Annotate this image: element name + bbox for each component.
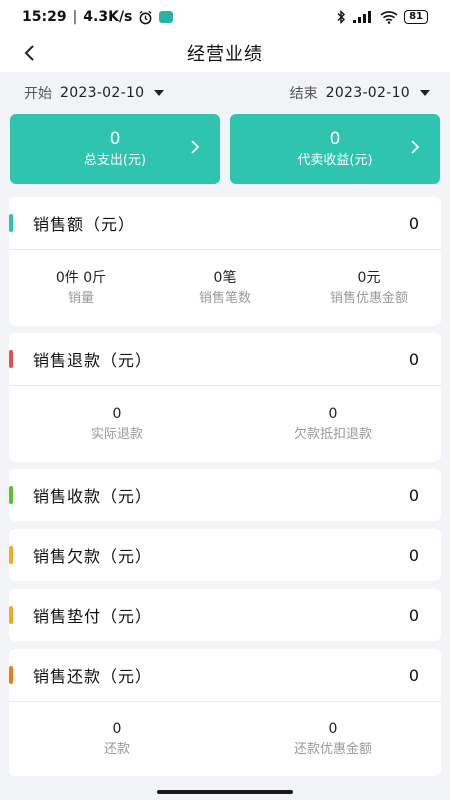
stat-repayment-discount: 0 还款优惠金额 <box>225 719 441 759</box>
status-time: 15:29 <box>22 9 67 25</box>
start-date-value: 2023-02-10 <box>60 85 145 101</box>
consignment-income-label: 代卖收益(元) <box>297 153 373 168</box>
sales-collection-section[interactable]: 销售收款（元） 0 <box>9 469 441 521</box>
section-header: 销售欠款（元） 0 <box>9 529 441 581</box>
section-color-bar <box>9 666 13 684</box>
stat-label: 欠款抵扣退款 <box>293 427 372 442</box>
stat-value: 0 <box>112 721 122 737</box>
section-stats: 0件 0斤 销量 0笔 销售笔数 0元 销售优惠金额 <box>9 250 441 326</box>
start-date-picker[interactable]: 开始 2023-02-10 <box>24 83 165 103</box>
stat-label: 销量 <box>67 291 94 306</box>
stat-label: 实际退款 <box>90 427 143 442</box>
end-date-label: 结束 <box>289 86 318 102</box>
section-total: 0 <box>408 605 419 625</box>
stat-repayment: 0 还款 <box>9 719 225 759</box>
section-stats: 0 实际退款 0 欠款抵扣退款 <box>9 386 441 462</box>
section-header: 销售还款（元） 0 <box>9 649 441 701</box>
consignment-income-value: 0 <box>329 129 341 149</box>
start-date-label: 开始 <box>24 86 52 102</box>
dropdown-arrow-icon <box>154 90 165 96</box>
sales-repayment-section[interactable]: 销售还款（元） 0 0 还款 0 还款优惠金额 <box>9 649 441 776</box>
home-indicator[interactable] <box>157 790 293 794</box>
section-title: 销售退款（元） <box>33 351 153 370</box>
status-bar: 15:29 | 4.3K/s 81 <box>0 0 450 34</box>
stat-sales-count: 0笔 销售笔数 <box>153 268 297 308</box>
sales-amount-section[interactable]: 销售额（元） 0 0件 0斤 销量 0笔 销售笔数 0元 销售优惠金额 <box>9 197 441 326</box>
page-title: 经营业绩 <box>187 44 263 65</box>
section-header: 销售额（元） 0 <box>9 197 441 249</box>
stat-sales-volume: 0件 0斤 销量 <box>9 268 153 308</box>
chevron-left-icon <box>24 45 34 61</box>
date-range: 开始 2023-02-10 结束 2023-02-10 <box>0 72 450 114</box>
chevron-right-icon <box>411 140 420 154</box>
total-expense-value: 0 <box>109 129 121 149</box>
section-color-bar <box>9 486 13 504</box>
section-stats: 0 还款 0 还款优惠金额 <box>9 702 441 776</box>
total-expense-card[interactable]: 0 总支出(元) <box>10 114 220 184</box>
stat-sales-discount: 0元 销售优惠金额 <box>297 268 441 308</box>
end-date-value: 2023-02-10 <box>325 85 410 101</box>
consignment-income-card[interactable]: 0 代卖收益(元) <box>230 114 440 184</box>
sales-refund-section[interactable]: 销售退款（元） 0 0 实际退款 0 欠款抵扣退款 <box>9 333 441 462</box>
stat-value: 0笔 <box>213 270 237 286</box>
stat-label: 销售笔数 <box>198 291 251 306</box>
section-title: 销售欠款（元） <box>33 547 153 566</box>
summary-cards: 0 总支出(元) 0 代卖收益(元) <box>0 114 450 184</box>
section-total: 0 <box>408 213 419 233</box>
alarm-icon <box>139 10 152 24</box>
dropdown-arrow-icon <box>420 90 430 96</box>
section-title: 销售还款（元） <box>33 667 153 686</box>
bluetooth-icon <box>337 10 346 24</box>
section-color-bar <box>9 214 13 232</box>
stat-value: 0元 <box>357 270 381 286</box>
section-title: 销售额（元） <box>33 215 136 234</box>
chevron-right-icon <box>191 140 200 154</box>
section-header: 销售垫付（元） 0 <box>9 589 441 641</box>
section-total: 0 <box>408 349 419 369</box>
section-total: 0 <box>408 545 419 565</box>
section-color-bar <box>9 546 13 564</box>
stat-value: 0件 0斤 <box>55 270 107 286</box>
stat-label: 还款优惠金额 <box>293 742 372 757</box>
app-notification-icon <box>159 11 174 23</box>
back-button[interactable] <box>14 38 44 68</box>
stat-value: 0 <box>328 721 338 737</box>
stat-label: 还款 <box>103 742 130 757</box>
status-network-speed: 4.3K/s <box>83 9 133 25</box>
section-total: 0 <box>408 485 419 505</box>
section-title: 销售收款（元） <box>33 487 153 506</box>
total-expense-label: 总支出(元) <box>83 153 147 168</box>
battery-icon: 81 <box>404 10 428 24</box>
stat-value: 0 <box>112 406 122 422</box>
stat-debt-offset-refund: 0 欠款抵扣退款 <box>225 404 441 444</box>
stat-actual-refund: 0 实际退款 <box>9 404 225 444</box>
section-total: 0 <box>408 665 419 685</box>
end-date-picker[interactable]: 结束 2023-02-10 <box>290 83 430 103</box>
section-color-bar <box>9 350 13 368</box>
cellular-signal-icon <box>353 11 372 23</box>
section-title: 销售垫付（元） <box>33 607 153 626</box>
section-color-bar <box>9 606 13 624</box>
sales-advance-section[interactable]: 销售垫付（元） 0 <box>9 589 441 641</box>
stat-label: 销售优惠金额 <box>329 291 408 306</box>
section-header: 销售退款（元） 0 <box>9 333 441 385</box>
section-header: 销售收款（元） 0 <box>9 469 441 521</box>
stat-value: 0 <box>328 406 338 422</box>
sales-arrears-section[interactable]: 销售欠款（元） 0 <box>9 529 441 581</box>
wifi-icon <box>380 11 398 24</box>
nav-bar: 经营业绩 <box>0 34 450 72</box>
